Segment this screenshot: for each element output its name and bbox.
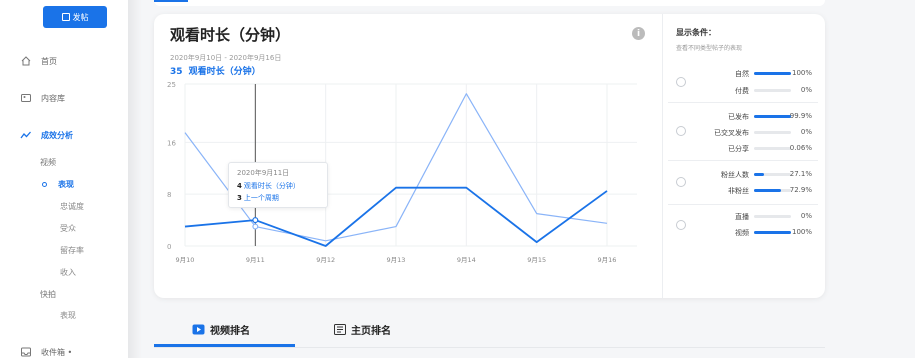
previous-card-edge [154, 0, 825, 6]
watch-time-card: 观看时长（分钟） 2020年9月10日 - 2020年9月16日 35 观看时长… [154, 14, 825, 298]
x-tick-label: 9月10 [176, 256, 195, 264]
x-tick-label: 9月16 [598, 256, 617, 264]
y-tick-label: 8 [167, 191, 171, 199]
filter-pct-video: 100% [791, 228, 812, 236]
filters-title: 显示条件： [676, 28, 716, 37]
sidebar-item-label: 收件箱 • [41, 347, 73, 357]
hover-point [252, 223, 259, 230]
tooltip-previous-value: 3 [237, 194, 242, 202]
publish-button-label: 发帖 [72, 12, 89, 22]
x-tick-label: 9月12 [316, 256, 335, 264]
publish-button[interactable]: 发帖 [43, 6, 107, 28]
play-icon [192, 324, 205, 335]
filter-label-published: 已发布 [728, 113, 749, 121]
home-icon [21, 56, 31, 66]
sidebar-shadow [128, 0, 142, 358]
filter-pct-published: 99.9% [789, 112, 812, 120]
edit-icon [61, 13, 70, 21]
filter-divider [668, 102, 818, 103]
filter-label-live: 直播 [735, 213, 749, 221]
x-tick-label: 9月11 [246, 256, 265, 264]
x-tick-label: 9月13 [387, 256, 406, 264]
filter-label-non-followers: 非粉丝 [728, 187, 749, 195]
tabs-baseline [154, 347, 825, 348]
panel-divider [662, 14, 663, 298]
tooltip-current: 4 观看时长（分钟） [237, 181, 300, 191]
tooltip-previous-label: 上一个周期 [243, 194, 279, 202]
subnav-group-video: 视频 [40, 158, 56, 167]
subnav-audience[interactable]: 受众 [60, 223, 76, 234]
x-tick-label: 9月15 [527, 256, 546, 264]
filter-label-followers: 粉丝人数 [721, 171, 749, 179]
filter-pct-organic: 100% [791, 69, 812, 77]
filter-label-shared: 已分享 [728, 145, 749, 153]
chart-tooltip: 2020年9月11日 4 观看时长（分钟） 3 上一个周期 [228, 162, 328, 208]
page-icon [334, 324, 346, 335]
tab-label: 视频排名 [210, 326, 250, 337]
sidebar-item-label: 成效分析 [41, 130, 73, 140]
tab-video-ranking[interactable]: 视频排名 [192, 322, 250, 337]
watch-time-chart: 0 8 16 25 9月10 9月11 9月12 9月13 9月14 9月15 9月16 [167, 81, 637, 264]
filter-label-crossposted: 已交叉发布 [714, 129, 749, 137]
subnav-revenue[interactable]: 收入 [60, 267, 76, 278]
sidebar-item-content-library[interactable]: 内容库 [20, 92, 65, 104]
previous-card-accent [154, 0, 188, 2]
filter-pct-non-followers: 72.9% [789, 186, 812, 194]
filter-label-organic: 自然 [735, 70, 749, 78]
filter-pct-live: 0% [800, 212, 812, 220]
y-tick-label: 0 [167, 243, 171, 251]
ranking-tabs: 视频排名 主页排名 [154, 314, 825, 358]
sidebar: 发帖 首页 内容库 成效分析 视频 表现 忠诚度 受众 留存率 收入 快拍 表现… [0, 0, 128, 358]
filter-pct-followers: 27.1% [789, 170, 812, 178]
x-tick-label: 9月14 [457, 256, 476, 264]
subnav-retention[interactable]: 留存率 [60, 245, 84, 256]
subnav-group-shorts: 快拍 [40, 290, 56, 299]
subnav-loyalty[interactable]: 忠诚度 [60, 201, 84, 212]
tab-page-ranking[interactable]: 主页排名 [334, 322, 391, 337]
active-indicator [42, 182, 47, 187]
tooltip-current-value: 4 [237, 182, 242, 190]
sidebar-item-label: 首页 [41, 56, 57, 66]
tooltip-previous: 3 上一个周期 [237, 193, 279, 203]
filter-divider [668, 204, 818, 205]
hover-point [252, 217, 259, 224]
subnav-shorts-performance[interactable]: 表现 [60, 310, 76, 321]
tab-label: 主页排名 [351, 326, 391, 337]
filters-subtitle: 查看不同类型帖子的表现 [676, 45, 743, 52]
filter-pct-paid: 0% [800, 86, 812, 94]
insights-icon [20, 131, 31, 139]
sidebar-item-home[interactable]: 首页 [20, 55, 57, 67]
y-tick-label: 16 [167, 139, 176, 147]
sidebar-item-label: 内容库 [41, 93, 65, 103]
inbox-icon [21, 347, 31, 357]
tooltip-current-label: 观看时长（分钟） [243, 182, 300, 190]
tooltip-date: 2020年9月11日 [237, 169, 290, 177]
filter-pct-crossposted: 0% [800, 128, 812, 136]
filter-divider [668, 160, 818, 161]
sidebar-item-insights[interactable]: 成效分析 [20, 129, 73, 141]
content-library-icon [21, 94, 31, 102]
filter-pct-shared: 0.06% [789, 144, 812, 152]
sidebar-item-inbox[interactable]: 收件箱 • [20, 346, 72, 358]
subnav-performance[interactable]: 表现 [58, 179, 74, 190]
filter-label-paid: 付费 [735, 87, 749, 95]
y-tick-label: 25 [167, 81, 176, 89]
filter-label-video: 视频 [735, 229, 749, 237]
